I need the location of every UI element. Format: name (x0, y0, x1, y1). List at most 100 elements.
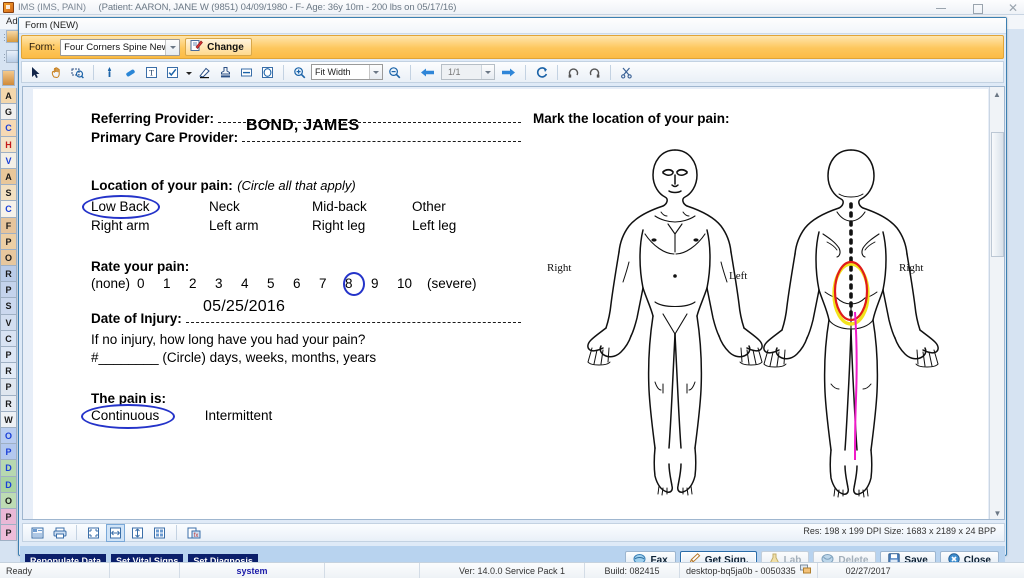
module-button-p-16[interactable]: P (0, 347, 17, 363)
zoom-out-icon[interactable] (385, 63, 404, 81)
module-button-v-4[interactable]: V (0, 153, 17, 169)
module-button-o-25[interactable]: O (0, 493, 17, 509)
chevron-down-icon[interactable] (369, 65, 382, 79)
module-button-d-23[interactable]: D (0, 460, 17, 476)
text-field-icon[interactable]: T (142, 63, 161, 81)
cut-icon[interactable] (617, 63, 636, 81)
rate-4[interactable]: 4 (241, 276, 267, 291)
module-button-p-9[interactable]: P (0, 234, 17, 250)
module-button-a-0[interactable]: A (0, 88, 17, 104)
page-number-field[interactable]: 1/1 (441, 64, 495, 80)
module-button-s-6[interactable]: S (0, 185, 17, 201)
document-viewport[interactable]: Referring Provider: Primary Care Provide… (22, 86, 1005, 520)
rate-0[interactable]: 0 (137, 276, 163, 291)
module-button-h-3[interactable]: H (0, 137, 17, 153)
location-option-low-back[interactable]: Low Back (91, 197, 209, 216)
module-button-c-15[interactable]: C (0, 331, 17, 347)
hand-pan-icon[interactable] (47, 63, 66, 81)
fit-height-icon[interactable] (128, 524, 147, 542)
sidebar-icon-3[interactable] (2, 70, 15, 86)
location-option-neck[interactable]: Neck (209, 197, 312, 216)
minimize-icon[interactable] (934, 2, 948, 14)
module-button-p-27[interactable]: P (0, 525, 17, 541)
location-option-right-leg[interactable]: Right leg (312, 216, 412, 235)
module-button-o-10[interactable]: O (0, 250, 17, 266)
module-button-v-14[interactable]: V (0, 315, 17, 331)
pain-is-option-continuous[interactable]: Continuous (91, 408, 201, 423)
module-button-a-5[interactable]: A (0, 169, 17, 185)
pen-annotate-icon[interactable] (100, 63, 119, 81)
module-button-p-18[interactable]: P (0, 379, 17, 395)
refresh-icon[interactable] (532, 63, 551, 81)
module-button-p-22[interactable]: P (0, 444, 17, 460)
rate-2[interactable]: 2 (189, 276, 215, 291)
rate-9[interactable]: 9 (371, 276, 397, 291)
maximize-icon[interactable] (970, 2, 984, 14)
highlighter-icon[interactable] (195, 63, 214, 81)
change-form-button[interactable]: Change (185, 38, 252, 56)
back-body-figure[interactable] (751, 142, 951, 512)
scroll-down-icon[interactable]: ▼ (990, 506, 1005, 520)
rate-8[interactable]: 8 (345, 276, 371, 291)
chevron-down-icon[interactable] (165, 40, 179, 55)
chevron-down-icon[interactable] (481, 65, 494, 79)
eraser-icon[interactable] (121, 63, 140, 81)
document-vertical-scrollbar[interactable]: ▲ ▼ (989, 87, 1004, 520)
fit-width-icon[interactable] (106, 524, 125, 542)
location-option-other[interactable]: Other (412, 197, 502, 216)
module-button-r-17[interactable]: R (0, 363, 17, 379)
zoom-select-icon[interactable] (68, 63, 87, 81)
export-icon[interactable]: fx (184, 524, 203, 542)
menu-item-ad[interactable]: Ad (6, 16, 18, 27)
page-properties-icon[interactable] (28, 524, 47, 542)
front-body-figure[interactable] (575, 142, 775, 512)
location-option-right-arm[interactable]: Right arm (91, 216, 209, 235)
module-button-c-7[interactable]: C (0, 201, 17, 217)
module-button-c-2[interactable]: C (0, 120, 17, 136)
close-icon[interactable]: ✕ (1006, 2, 1020, 14)
module-letter-strip[interactable]: AGCHVASCFPORPSVCPRPRWOPDDOPP (0, 88, 17, 488)
module-button-d-24[interactable]: D (0, 477, 17, 493)
module-button-o-21[interactable]: O (0, 428, 17, 444)
print-icon[interactable] (50, 524, 69, 542)
fit-page-icon[interactable] (84, 524, 103, 542)
module-button-g-1[interactable]: G (0, 104, 17, 120)
rotate-right-icon[interactable] (585, 63, 604, 81)
zoom-in-icon[interactable] (290, 63, 309, 81)
select-arrow-icon[interactable] (26, 63, 45, 81)
module-button-w-20[interactable]: W (0, 412, 17, 428)
ellipse-annotate-icon[interactable] (258, 63, 277, 81)
dropdown-caret-icon[interactable] (184, 63, 193, 81)
rate-5[interactable]: 5 (267, 276, 293, 291)
stamp-icon[interactable] (216, 63, 235, 81)
zoom-level-select[interactable]: Fit Width (311, 64, 383, 80)
module-button-r-11[interactable]: R (0, 266, 17, 282)
scrollbar-thumb[interactable] (991, 132, 1004, 257)
pain-is-option-intermittent[interactable]: Intermittent (205, 408, 273, 423)
patient-header: (Patient: AARON, JANE W (9851) 04/09/198… (99, 2, 457, 13)
prev-page-icon[interactable] (417, 63, 439, 81)
module-button-r-19[interactable]: R (0, 396, 17, 412)
rate-1[interactable]: 1 (163, 276, 189, 291)
rate-7[interactable]: 7 (319, 276, 345, 291)
rate-10[interactable]: 10 (397, 276, 427, 291)
rotate-left-icon[interactable] (564, 63, 583, 81)
location-option-left-arm[interactable]: Left arm (209, 216, 312, 235)
location-option-left-leg[interactable]: Left leg (412, 216, 502, 235)
module-button-s-13[interactable]: S (0, 298, 17, 314)
rate-6[interactable]: 6 (293, 276, 319, 291)
form-select[interactable]: Four Corners Spine New Pati (60, 39, 180, 56)
scroll-up-icon[interactable]: ▲ (990, 87, 1004, 102)
checkbox-field-icon[interactable] (163, 63, 182, 81)
next-page-icon[interactable] (497, 63, 519, 81)
location-option-mid-back[interactable]: Mid-back (312, 197, 412, 216)
module-button-p-26[interactable]: P (0, 509, 17, 525)
thumbnail-icon[interactable] (150, 524, 169, 542)
line-annotate-icon[interactable] (237, 63, 256, 81)
rate-3[interactable]: 3 (215, 276, 241, 291)
body-diagram[interactable]: Right Left Right (533, 140, 973, 520)
module-button-f-8[interactable]: F (0, 218, 17, 234)
referring-provider-label: Referring Provider: (91, 111, 214, 126)
module-button-p-12[interactable]: P (0, 282, 17, 298)
duration-line[interactable]: #________ (Circle) days, weeks, months, … (91, 350, 521, 365)
